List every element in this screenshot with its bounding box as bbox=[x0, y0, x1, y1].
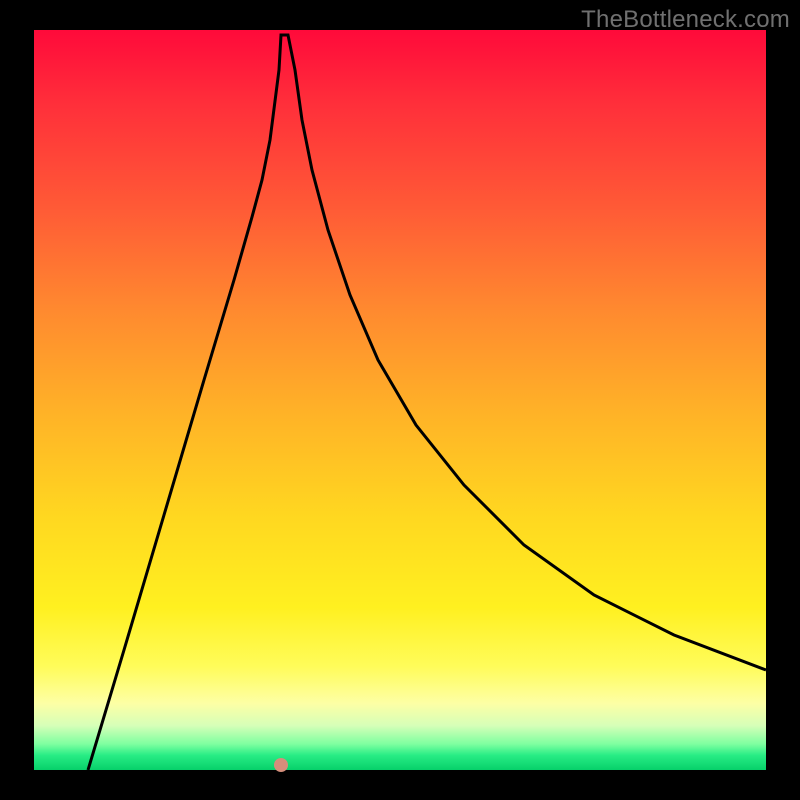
bottleneck-curve bbox=[34, 30, 766, 770]
chart-plot-area bbox=[34, 30, 766, 770]
curve-minimum-marker bbox=[274, 758, 288, 772]
watermark-text: TheBottleneck.com bbox=[581, 6, 790, 34]
curve-path bbox=[88, 35, 766, 770]
